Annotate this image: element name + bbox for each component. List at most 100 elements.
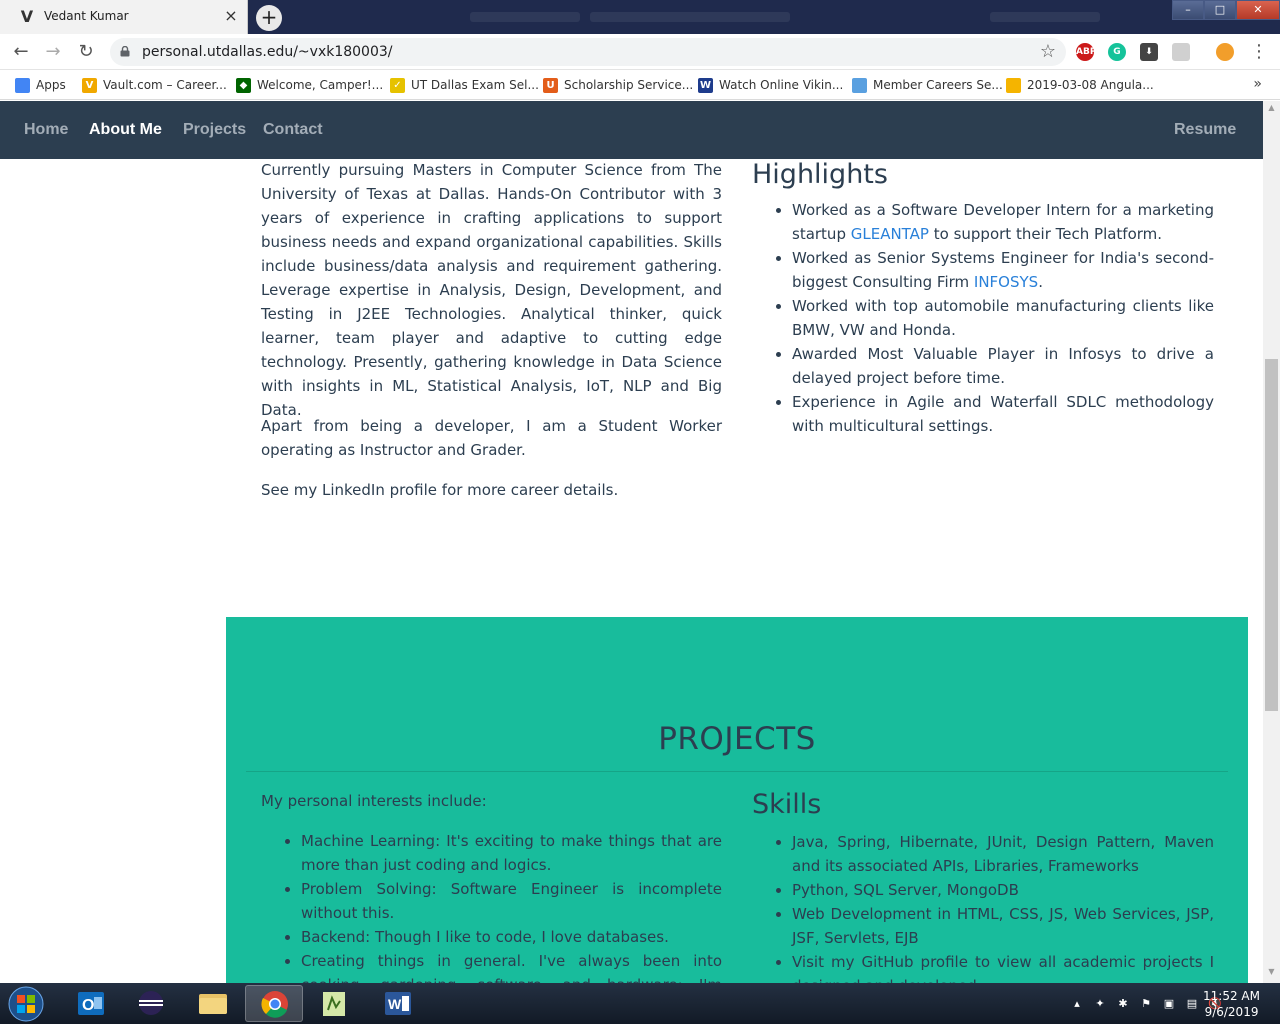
bookmark-label: Member Careers Se...	[873, 78, 1003, 92]
extension-icon[interactable]	[1172, 43, 1190, 61]
background-tab[interactable]	[470, 12, 580, 22]
browser-tab[interactable]: V Vedant Kumar ×	[0, 0, 248, 34]
nav-home[interactable]: Home	[24, 121, 68, 139]
list-item: Worked as Senior Systems Engineer for In…	[792, 246, 1214, 294]
tab-title: Vedant Kumar	[44, 9, 129, 23]
bookmark-star-icon[interactable]: ☆	[1040, 41, 1056, 62]
bookmark-label: Scholarship Service...	[564, 78, 694, 92]
section-divider	[246, 771, 1228, 772]
linkedin-paragraph: See my LinkedIn profile for more career …	[261, 481, 619, 499]
bookmark-vault[interactable]: V Vault.com – Career...	[82, 77, 227, 93]
bookmark-scholarship[interactable]: U Scholarship Service...	[543, 77, 693, 93]
adblock-plus-icon[interactable]: ABP	[1076, 43, 1096, 61]
nav-resume[interactable]: Resume	[1174, 121, 1236, 139]
download-icon[interactable]: ⬇	[1140, 43, 1158, 61]
network-icon[interactable]: ▤	[1185, 997, 1199, 1011]
back-button[interactable]: ←	[11, 42, 31, 62]
highlights-list: Worked as a Software Developer Intern fo…	[752, 198, 1214, 438]
show-hidden-icons-icon[interactable]: ▴	[1070, 997, 1084, 1011]
projects-section: PROJECTS My personal interests include: …	[226, 617, 1248, 983]
page-scrollbar[interactable]: ▲ ▼	[1263, 101, 1280, 983]
skills-list: Java, Spring, Hibernate, JUnit, Design P…	[752, 830, 1214, 983]
bookmark-apps[interactable]: Apps	[15, 77, 66, 93]
bookmark-label: Vault.com – Career...	[103, 78, 227, 92]
scrollbar-thumb[interactable]	[1265, 359, 1278, 711]
freecodecamp-icon: ◆	[236, 77, 251, 93]
scroll-down-icon[interactable]: ▼	[1263, 967, 1280, 981]
utd-icon: U	[543, 77, 558, 93]
projects-title: PROJECTS	[658, 721, 816, 757]
more-bookmarks-icon[interactable]: »	[1253, 76, 1262, 92]
system-tray: ▴ ✦ ✱ ⚑ ▣ ▤ 🔇	[1070, 995, 1222, 1013]
site-navbar: Home About Me Projects Contact Resume	[0, 101, 1263, 159]
url-text[interactable]: personal.utdallas.edu/~vxk180003/	[142, 44, 393, 60]
interests-intro: My personal interests include:	[261, 792, 487, 810]
profile-avatar-icon[interactable]	[1216, 43, 1234, 61]
window-controls: – □ ✕	[1172, 0, 1280, 20]
bookmarks-bar: Apps V Vault.com – Career... ◆ Welcome, Ca…	[0, 70, 1280, 100]
bookmark-freecodecamp[interactable]: ◆ Welcome, Camper!...	[236, 77, 383, 93]
highlights-title: Highlights	[752, 159, 888, 190]
close-window-button[interactable]: ✕	[1236, 0, 1280, 20]
browser-toolbar: ← → ↻ personal.utdallas.edu/~vxk180003/ …	[0, 34, 1280, 70]
vault-icon: V	[82, 77, 97, 93]
bookmark-angular[interactable]: 2019-03-08 Angula...	[1006, 77, 1154, 93]
highlight-text: to support their Tech Platform.	[928, 225, 1163, 243]
eclipse-icon[interactable]	[122, 985, 180, 1022]
chrome-icon[interactable]	[245, 985, 303, 1022]
clock-date: 9/6/2019	[1204, 1005, 1259, 1019]
interests-list: Machine Learning: It's exciting to make …	[261, 829, 722, 983]
about-paragraph: Apart from being a developer, I am a Stu…	[261, 417, 722, 459]
scroll-up-icon[interactable]: ▲	[1263, 103, 1280, 117]
bookmark-label: Welcome, Camper!...	[257, 78, 384, 92]
minimize-button[interactable]: –	[1172, 0, 1204, 20]
device-icon[interactable]: ▣	[1162, 997, 1176, 1011]
video-icon: W	[698, 77, 713, 93]
bookmark-label: Apps	[36, 78, 66, 92]
notepad-icon: ✓	[390, 77, 405, 93]
windows-taskbar: O W ▴ ✦ ✱ ⚑ ▣ ▤ 🔇 11:52 AM 9/6/2019	[0, 983, 1280, 1024]
reload-button[interactable]: ↻	[76, 42, 96, 62]
list-item: Backend: Though I like to code, I love d…	[301, 925, 722, 949]
list-item: Awarded Most Valuable Player in Infosys …	[792, 342, 1214, 390]
browser-tab-strip: V Vedant Kumar × + – □ ✕	[0, 0, 1280, 34]
apps-grid-icon	[15, 77, 30, 93]
about-paragraph: Currently pursuing Masters in Computer S…	[261, 161, 722, 419]
nav-projects[interactable]: Projects	[183, 121, 246, 139]
list-item: Visit my GitHub profile to view all acad…	[792, 950, 1214, 983]
file-explorer-icon[interactable]	[184, 985, 242, 1022]
grammarly-icon[interactable]: G	[1108, 43, 1126, 61]
bookmark-label: 2019-03-08 Angula...	[1027, 78, 1154, 92]
maximize-button[interactable]: □	[1204, 0, 1236, 20]
windows-start-icon[interactable]	[4, 984, 48, 1024]
action-center-icon[interactable]: ⚑	[1139, 997, 1153, 1011]
address-bar[interactable]: personal.utdallas.edu/~vxk180003/ ☆	[110, 38, 1066, 66]
lock-icon	[120, 46, 130, 57]
gleantap-link[interactable]: GLEANTAP	[851, 225, 929, 243]
bookmark-member-careers[interactable]: Member Careers Se...	[852, 77, 1003, 93]
site-favicon-icon: V	[20, 7, 34, 26]
bookmark-watch-online[interactable]: W Watch Online Vikin...	[698, 77, 843, 93]
background-tab[interactable]	[990, 12, 1100, 22]
outlook-icon[interactable]: O	[62, 985, 120, 1022]
new-tab-button[interactable]: +	[256, 5, 282, 31]
nav-about-me[interactable]: About Me	[89, 121, 162, 139]
notepad-plus-icon[interactable]	[306, 985, 364, 1022]
tab-close-icon[interactable]: ×	[222, 7, 240, 25]
taskbar-clock[interactable]: 11:52 AM 9/6/2019	[1203, 988, 1260, 1020]
nav-contact[interactable]: Contact	[263, 121, 323, 139]
svg-text:W: W	[388, 996, 402, 1012]
browser-menu-icon[interactable]: ⋮	[1249, 42, 1269, 62]
list-item: Experience in Agile and Waterfall SDLC m…	[792, 390, 1214, 438]
list-item: Machine Learning: It's exciting to make …	[301, 829, 722, 877]
bookmark-label: UT Dallas Exam Sel...	[411, 78, 539, 92]
word-icon[interactable]: W	[369, 985, 427, 1022]
dropbox-icon[interactable]: ✦	[1093, 997, 1107, 1011]
bookmark-utd-exam[interactable]: ✓ UT Dallas Exam Sel...	[390, 77, 539, 93]
forward-button[interactable]: →	[43, 42, 63, 62]
background-tab[interactable]	[590, 12, 790, 22]
list-item: Java, Spring, Hibernate, JUnit, Design P…	[792, 830, 1214, 878]
infosys-link[interactable]: INFOSYS	[974, 273, 1038, 291]
slides-icon	[1006, 77, 1021, 93]
bluetooth-icon[interactable]: ✱	[1116, 997, 1130, 1011]
